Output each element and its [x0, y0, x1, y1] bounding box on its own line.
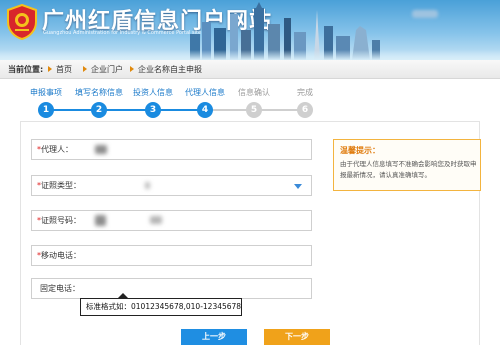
national-emblem-icon [7, 4, 37, 40]
breadcrumb-home[interactable]: 首页 [56, 60, 72, 79]
chevron-down-icon[interactable] [294, 184, 302, 189]
step-label-3: 投资人信息 [133, 88, 173, 97]
site-subtitle: Guangzhou Administration for Industry & … [43, 30, 202, 36]
id-number-input[interactable] [94, 213, 294, 228]
id-type-label: *证照类型： [37, 176, 81, 195]
mobile-input[interactable] [94, 248, 294, 263]
progress-steps: 申报事项 填写名称信息 投资人信息 代理人信息 信息确认 完成 1 2 3 4 … [0, 80, 500, 120]
mobile-label-text: 移动电话： [41, 251, 81, 260]
landline-label: 固定电话： [40, 284, 80, 293]
step-circle-1: 1 [38, 102, 54, 118]
breadcrumb-enterprise-portal[interactable]: 企业门户 [91, 60, 123, 79]
header-fade [0, 50, 500, 60]
masked-value [150, 216, 162, 224]
agent-name-label: *代理人： [37, 140, 73, 159]
triangle-right-icon [48, 66, 52, 72]
step-circle-2: 2 [91, 102, 107, 118]
landline-format-hint: 标准格式如：01012345678,010-12345678 [80, 298, 242, 316]
step-label-1: 申报事项 [30, 88, 62, 97]
masked-value [145, 182, 150, 189]
breadcrumb-label: 当前位置: [8, 65, 44, 74]
user-info-masked [412, 10, 438, 18]
mobile-label: *移动电话： [37, 246, 81, 265]
step-circle-5: 5 [246, 102, 262, 118]
step-circle-3: 3 [145, 102, 161, 118]
id-number-label: *证照号码： [37, 211, 81, 230]
triangle-right-icon [83, 66, 87, 72]
step-label-4: 代理人信息 [185, 88, 225, 97]
id-number-field[interactable]: *证照号码： [31, 210, 312, 231]
mobile-field[interactable]: *移动电话： [31, 245, 312, 266]
id-type-select[interactable] [94, 178, 294, 193]
tip-box: 温馨提示： 由于代理人信息填写不准确会影响您及时获取申报最新情况，请认真准确填写… [333, 139, 481, 191]
step-line-done [46, 109, 205, 111]
agent-name-field[interactable]: *代理人： [31, 139, 312, 160]
step-circle-6: 6 [297, 102, 313, 118]
agent-name-input[interactable] [94, 142, 294, 157]
tip-title: 温馨提示： [340, 146, 380, 155]
prev-step-button[interactable]: 上一步 [181, 329, 247, 345]
id-type-label-text: 证照类型： [41, 181, 81, 190]
step-label-5: 信息确认 [238, 88, 270, 97]
site-header: 广州红盾信息门户网站 Guangzhou Administration for … [0, 0, 500, 60]
triangle-right-icon [130, 66, 134, 72]
step-label-2: 填写名称信息 [75, 88, 123, 97]
breadcrumb: 当前位置: 首页 企业门户 企业名称自主申报 [0, 60, 500, 79]
id-number-label-text: 证照号码： [41, 216, 81, 225]
agent-name-label-text: 代理人： [41, 145, 73, 154]
step-label-6: 完成 [297, 88, 313, 97]
tip-text: 由于代理人信息填写不准确会影响您及时获取申报最新情况，请认真准确填写。 [340, 160, 477, 179]
step-circle-4: 4 [197, 102, 213, 118]
masked-value [95, 215, 106, 226]
next-step-button[interactable]: 下一步 [264, 329, 330, 345]
id-type-field[interactable]: *证照类型： [31, 175, 312, 196]
masked-value [95, 145, 107, 154]
breadcrumb-name-declaration[interactable]: 企业名称自主申报 [138, 60, 202, 79]
landline-field[interactable]: 固定电话： [31, 278, 312, 299]
